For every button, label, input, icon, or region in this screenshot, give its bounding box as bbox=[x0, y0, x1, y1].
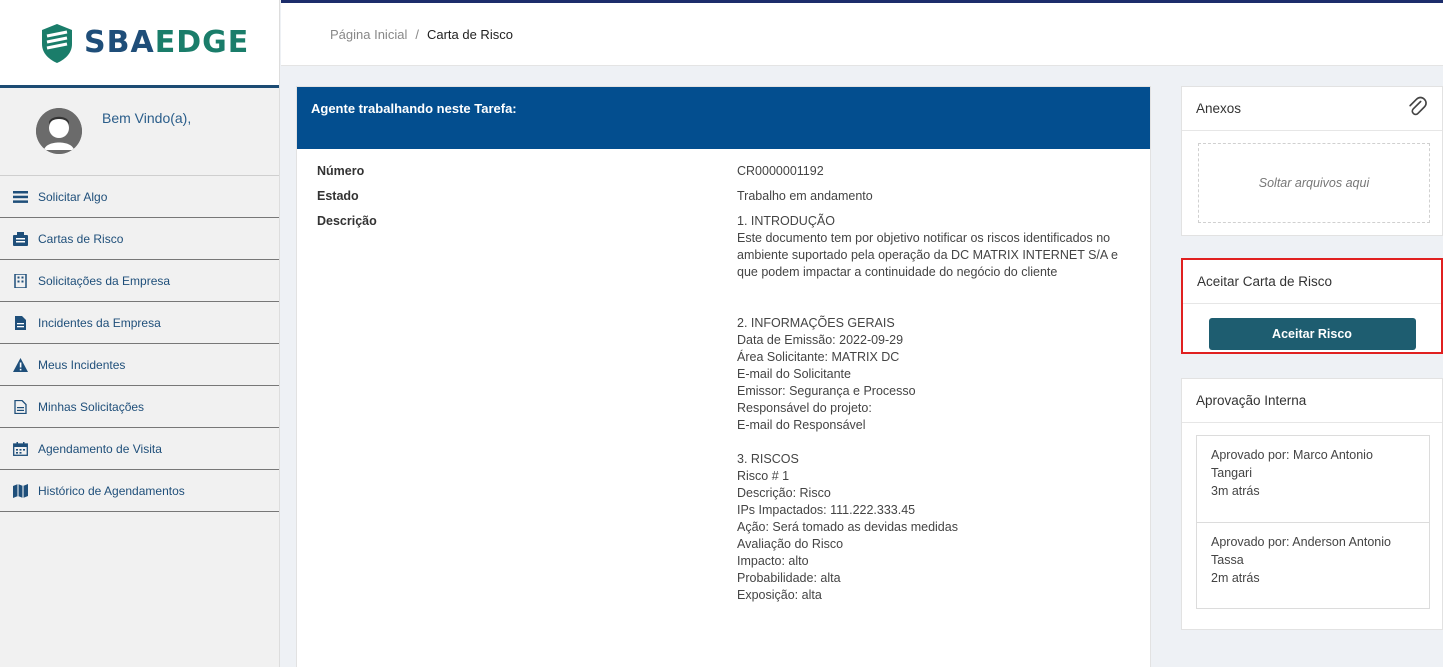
desc-line: E-mail do Responsável bbox=[737, 418, 866, 432]
desc-line: Emissor: Segurança e Processo bbox=[737, 384, 916, 398]
sidebar-item-solicitar-algo[interactable]: Solicitar Algo bbox=[0, 176, 279, 218]
sidebar-item-label: Histórico de Agendamentos bbox=[38, 483, 185, 498]
shield-logo-icon bbox=[42, 23, 72, 63]
sidebar-item-label: Incidentes da Empresa bbox=[38, 315, 161, 330]
desc-line: Exposição: alta bbox=[737, 588, 822, 602]
sidebar-item-solicitacoes-empresa[interactable]: Solicitações da Empresa bbox=[0, 260, 279, 302]
desc-line: que podem impactar a continuidade do neg… bbox=[737, 265, 1058, 279]
desc-line: Área Solicitante: MATRIX DC bbox=[737, 350, 900, 364]
sidebar-item-agendamento-visita[interactable]: Agendamento de Visita bbox=[0, 428, 279, 470]
building-icon bbox=[12, 273, 28, 288]
field-value: Trabalho em andamento bbox=[737, 189, 873, 203]
desc-line: Responsável do projeto: bbox=[737, 401, 872, 415]
desc-line: Probabilidade: alta bbox=[737, 571, 841, 585]
task-details: Número CR0000001192 Estado Trabalho em a… bbox=[297, 149, 1150, 604]
desc-line: Descrição: Risco bbox=[737, 486, 831, 500]
field-label: Número bbox=[317, 164, 365, 178]
avatar[interactable] bbox=[36, 108, 82, 154]
sidebar-item-cartas-de-risco[interactable]: Cartas de Risco bbox=[0, 218, 279, 260]
map-icon bbox=[12, 483, 28, 498]
task-header: Agente trabalhando neste Tarefa: bbox=[297, 87, 1150, 149]
desc-line: IPs Impactados: 111.222.333.45 bbox=[737, 503, 916, 517]
breadcrumb-separator: / bbox=[415, 26, 419, 42]
field-label: Descrição bbox=[317, 214, 377, 228]
sidebar-item-label: Meus Incidentes bbox=[38, 357, 126, 372]
field-numero: Número CR0000001192 bbox=[297, 163, 1150, 180]
welcome-section: Bem Vindo(a), bbox=[0, 88, 279, 176]
field-label: Estado bbox=[317, 189, 359, 203]
field-descricao: Descrição 1. INTRODUÇÃO Este documento t… bbox=[297, 213, 1150, 604]
desc-line: 2. INFORMAÇÕES GERAIS bbox=[737, 316, 895, 330]
sidebar-item-incidentes-empresa[interactable]: Incidentes da Empresa bbox=[0, 302, 279, 344]
accept-risk-title: Aceitar Carta de Risco bbox=[1197, 274, 1333, 289]
task-card: Agente trabalhando neste Tarefa: Número … bbox=[296, 86, 1151, 667]
logo[interactable]: SBAEDGE bbox=[0, 0, 279, 88]
desc-line: 1. INTRODUÇÃO bbox=[737, 214, 835, 228]
field-estado: Estado Trabalho em andamento bbox=[297, 188, 1150, 205]
description-text: 1. INTRODUÇÃO Este documento tem por obj… bbox=[737, 213, 1137, 604]
sidebar-item-label: Solicitar Algo bbox=[38, 189, 108, 204]
sidebar-item-label: Solicitações da Empresa bbox=[38, 273, 171, 288]
desc-line: Este documento tem por objetivo notifica… bbox=[737, 231, 1111, 245]
calendar-icon bbox=[12, 441, 28, 456]
attachments-header: Anexos bbox=[1182, 87, 1442, 131]
file-icon bbox=[12, 315, 28, 330]
sidebar-item-minhas-solicitacoes[interactable]: Minhas Solicitações bbox=[0, 386, 279, 428]
desc-line: Avaliação do Risco bbox=[737, 537, 844, 551]
approval-text: Aprovado por: Anderson Antonio Tassa bbox=[1211, 535, 1391, 567]
sidebar-item-label: Agendamento de Visita bbox=[38, 441, 162, 456]
attachments-panel: Anexos Soltar arquivos aqui bbox=[1181, 86, 1443, 236]
welcome-text: Bem Vindo(a), bbox=[102, 110, 192, 126]
list-item: Aprovado por: Marco Antonio Tangari 3m a… bbox=[1197, 436, 1429, 522]
breadcrumb: Página Inicial / Carta de Risco bbox=[281, 0, 1443, 66]
sidebar: SBAEDGE Bem Vindo(a), Solicitar Algo Car… bbox=[0, 0, 280, 667]
attachments-title: Anexos bbox=[1196, 101, 1242, 116]
approval-header: Aprovação Interna bbox=[1182, 379, 1442, 423]
sidebar-item-label: Cartas de Risco bbox=[38, 231, 124, 246]
list-icon bbox=[12, 190, 28, 204]
file-lines-icon bbox=[12, 399, 28, 414]
file-dropzone[interactable]: Soltar arquivos aqui bbox=[1198, 143, 1430, 223]
approval-text: Aprovado por: Marco Antonio Tangari bbox=[1211, 448, 1373, 480]
desc-line: Data de Emissão: 2022-09-29 bbox=[737, 333, 904, 347]
desc-line: 3. RISCOS bbox=[737, 452, 799, 466]
approval-title: Aprovação Interna bbox=[1196, 393, 1307, 408]
sidebar-item-historico-agendamentos[interactable]: Histórico de Agendamentos bbox=[0, 470, 279, 512]
field-value: CR0000001192 bbox=[737, 164, 824, 178]
document-folder-icon bbox=[12, 231, 28, 246]
desc-line: Ação: Será tomado as devidas medidas bbox=[737, 520, 958, 534]
list-item: Aprovado por: Anderson Antonio Tassa 2m … bbox=[1197, 522, 1429, 608]
paperclip-icon[interactable] bbox=[1406, 96, 1428, 121]
sidebar-menu: Solicitar Algo Cartas de Risco Solicitaç… bbox=[0, 176, 279, 512]
breadcrumb-current: Carta de Risco bbox=[426, 26, 513, 42]
approval-time: 3m atrás bbox=[1211, 484, 1260, 498]
sidebar-item-meus-incidentes[interactable]: Meus Incidentes bbox=[0, 344, 279, 386]
accept-risk-header: Aceitar Carta de Risco bbox=[1183, 260, 1441, 304]
accept-risk-panel: Aceitar Carta de Risco Aceitar Risco bbox=[1181, 258, 1443, 354]
brand-edge: EDGE bbox=[154, 25, 250, 60]
internal-approval-panel: Aprovação Interna Aprovado por: Marco An… bbox=[1181, 378, 1443, 630]
approval-time: 2m atrás bbox=[1211, 571, 1260, 585]
desc-line: Risco # 1 bbox=[737, 469, 790, 483]
approval-list: Aprovado por: Marco Antonio Tangari 3m a… bbox=[1196, 435, 1430, 609]
breadcrumb-home-link[interactable]: Página Inicial bbox=[330, 27, 407, 42]
accept-risk-button[interactable]: Aceitar Risco bbox=[1208, 318, 1416, 350]
desc-line: E-mail do Solicitante bbox=[737, 367, 851, 381]
desc-line: ambiente suportado pela operação da DC M… bbox=[737, 248, 1118, 262]
brand-sba: SBA bbox=[84, 25, 155, 60]
sidebar-item-label: Minhas Solicitações bbox=[38, 399, 145, 414]
user-avatar-icon bbox=[36, 108, 82, 154]
warning-icon bbox=[12, 357, 28, 372]
desc-line: Impacto: alto bbox=[737, 554, 809, 568]
